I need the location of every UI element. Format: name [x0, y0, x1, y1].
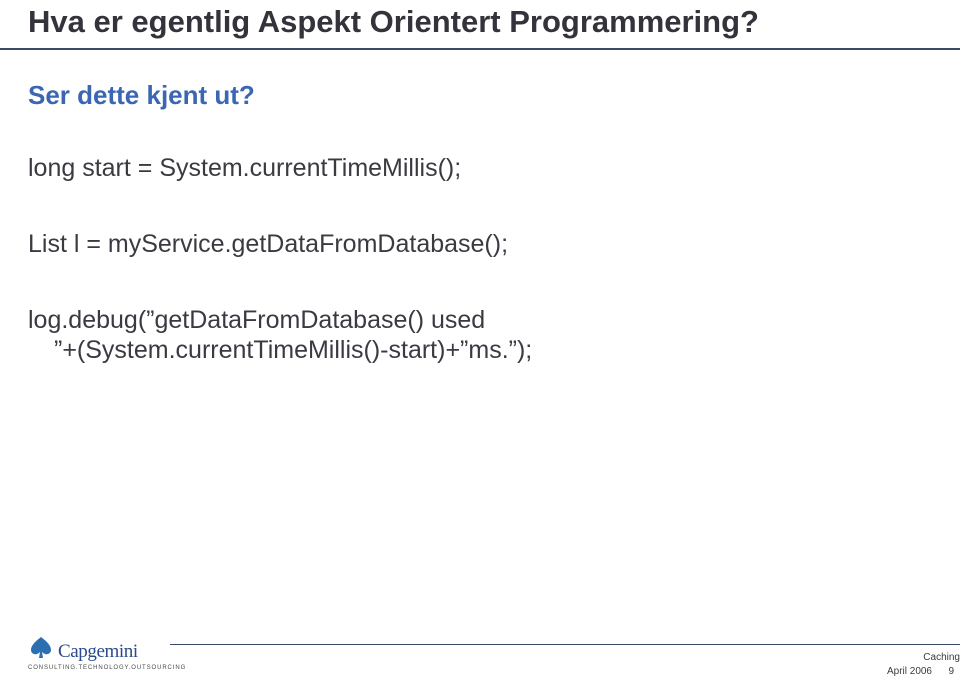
- code-line: List l = myService.getDataFromDatabase()…: [28, 230, 508, 259]
- logo: Capgemini CONSULTING.TECHNOLOGY.OUTSOURC…: [28, 635, 186, 671]
- title-rule: [0, 48, 960, 50]
- code-line: ”+(System.currentTimeMillis()-start)+”ms…: [54, 336, 532, 365]
- footer-page: 9: [948, 666, 954, 677]
- footer: Capgemini CONSULTING.TECHNOLOGY.OUTSOURC…: [0, 621, 960, 681]
- footer-date: April 2006: [887, 666, 932, 677]
- spade-icon: [28, 635, 54, 661]
- logo-tagline: CONSULTING.TECHNOLOGY.OUTSOURCING: [28, 665, 186, 671]
- slide-title: Hva er egentlig Aspekt Orientert Program…: [28, 4, 759, 40]
- footer-topic: Caching: [923, 652, 960, 663]
- code-line: log.debug(”getDataFromDatabase() used: [28, 306, 485, 335]
- logo-main: Capgemini: [28, 635, 186, 663]
- footer-rule: [170, 644, 960, 645]
- slide: Hva er egentlig Aspekt Orientert Program…: [0, 0, 960, 681]
- code-line: long start = System.currentTimeMillis();: [28, 154, 461, 183]
- logo-text: Capgemini: [58, 641, 138, 663]
- slide-subtitle: Ser dette kjent ut?: [28, 80, 255, 111]
